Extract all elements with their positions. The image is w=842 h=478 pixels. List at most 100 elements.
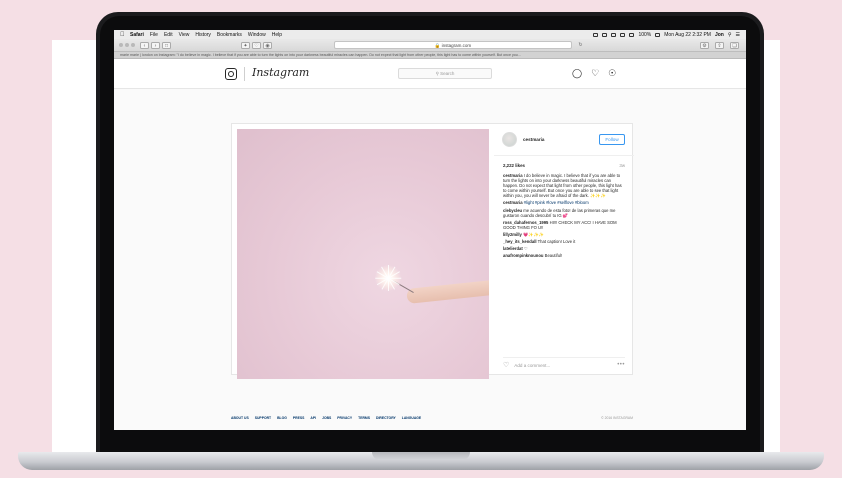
privacy-icon[interactable]: ◉ xyxy=(263,41,272,49)
pocket-icon[interactable]: ♡ xyxy=(252,41,261,49)
footer-link-language[interactable]: LANGUAGE xyxy=(402,416,421,420)
post-time[interactable]: 3w xyxy=(619,163,625,168)
list-item: cestmaria #light #pink #love #selflove #… xyxy=(503,200,625,205)
status-icon[interactable] xyxy=(602,32,608,37)
reload-icon[interactable]: ↻ xyxy=(576,42,585,49)
notification-center-icon[interactable]: ☰ xyxy=(736,32,740,38)
menu-window[interactable]: Window xyxy=(248,32,266,38)
post-card: cestmaria Follow 2,222 likes 3w cestmari… xyxy=(231,123,634,379)
likes-count[interactable]: 2,222 likes xyxy=(503,163,525,168)
comment-text: ♡ xyxy=(523,246,528,252)
footer-copyright: © 2016 INSTAGRAM xyxy=(601,416,633,420)
list-item: lilly2milly 💗✨✨✨ xyxy=(503,232,625,237)
user-name[interactable]: Jon xyxy=(715,32,724,38)
instagram-footer: ABOUT US SUPPORT BLOG PRESS API JOBS PRI… xyxy=(231,416,633,420)
comment-username[interactable]: latelierdat xyxy=(503,246,523,251)
footer-link-api[interactable]: API xyxy=(310,416,316,420)
heart-icon[interactable]: ♡ xyxy=(591,69,599,78)
list-item: _hey_its_kendall That caption! Love it xyxy=(503,239,625,244)
zoom-window-button[interactable] xyxy=(131,43,135,47)
caption: cestmaria I do believe in magic. I belie… xyxy=(503,173,625,198)
status-icon[interactable] xyxy=(611,32,617,37)
settings-icon[interactable]: ⚙ xyxy=(700,41,709,49)
spotlight-icon[interactable]: ⚲ xyxy=(728,32,732,38)
search-input[interactable]: ⚲ Search xyxy=(398,68,492,79)
footer-link-about[interactable]: ABOUT US xyxy=(231,416,249,420)
comment-username[interactable]: anafrompinknounou xyxy=(503,253,543,258)
window-controls xyxy=(119,43,135,47)
menu-view[interactable]: View xyxy=(179,32,190,38)
menubar-status: 100% Mon Aug 22 2:32 PM Jon ⚲ ☰ xyxy=(593,32,740,38)
compass-icon[interactable]: ◯ xyxy=(572,69,582,78)
footer-link-press[interactable]: PRESS xyxy=(293,416,305,420)
more-icon[interactable]: ••• xyxy=(617,362,625,368)
comment-username[interactable]: cestmaria xyxy=(503,200,523,205)
menu-safari[interactable]: Safari xyxy=(130,32,144,38)
minimize-window-button[interactable] xyxy=(125,43,129,47)
battery-percent: 100% xyxy=(638,31,652,38)
comment-text: That caption! Love it xyxy=(537,239,576,245)
menu-help[interactable]: Help xyxy=(272,32,282,38)
footer-link-jobs[interactable]: JOBS xyxy=(322,416,331,420)
comment-text: 💗✨✨✨ xyxy=(523,231,544,237)
comment-text: Beautiful! xyxy=(544,253,563,259)
battery-icon[interactable] xyxy=(655,32,661,37)
tab-title: marie marie | london on Instagram: "I do… xyxy=(120,53,521,57)
footer-link-directory[interactable]: DIRECTORY xyxy=(376,416,396,420)
instagram-wordmark[interactable]: Instagram xyxy=(252,66,309,79)
share-icon[interactable]: ⇧ xyxy=(715,41,724,49)
list-item: anafrompinknounou Beautiful! xyxy=(503,253,625,258)
tabs-overview-icon[interactable]: ❏ xyxy=(730,41,739,49)
volume-icon[interactable] xyxy=(629,32,635,37)
footer-link-privacy[interactable]: PRIVACY xyxy=(337,416,352,420)
comment-text[interactable]: #light #pink #love #selflove #bloom xyxy=(524,200,589,205)
instagram-header: Instagram ⚲ Search ◯ ♡ ☉ xyxy=(114,59,746,89)
add-comment-input[interactable]: Add a comment... xyxy=(514,363,550,368)
header-divider xyxy=(244,67,245,81)
post-header: cestmaria Follow xyxy=(494,124,634,156)
status-icon[interactable] xyxy=(593,32,599,37)
footer-link-support[interactable]: SUPPORT xyxy=(255,416,271,420)
laptop-base-notch xyxy=(372,452,470,460)
clock[interactable]: Mon Aug 22 2:32 PM xyxy=(664,32,711,38)
avatar[interactable] xyxy=(502,132,517,147)
lock-icon: 🔒 xyxy=(434,43,441,48)
sparkler-image xyxy=(375,265,402,291)
like-heart-icon[interactable]: ♡ xyxy=(503,361,509,369)
menu-edit[interactable]: Edit xyxy=(164,32,173,38)
comment-username[interactable]: _hey_its_kendall xyxy=(503,239,537,244)
header-nav: ◯ ♡ ☉ xyxy=(572,69,616,78)
list-item: ross_dahafernos_1995 HI!!! CHECK MY ACC!… xyxy=(503,220,625,230)
forward-button[interactable]: › xyxy=(151,41,160,49)
list-item: latelierdat ♡ xyxy=(503,246,625,251)
menu-bookmarks[interactable]: Bookmarks xyxy=(217,32,242,38)
person-icon[interactable]: ☉ xyxy=(608,69,616,78)
menu-history[interactable]: History xyxy=(195,32,211,38)
laptop-screen:  Safari File Edit View History Bookmark… xyxy=(114,30,746,430)
comments-list: cestmaria I do believe in magic. I belie… xyxy=(494,168,634,258)
list-item: clebycleu me acuendo de esta foto! de la… xyxy=(503,208,625,218)
footer-link-terms[interactable]: TERMS xyxy=(358,416,370,420)
extension-icon[interactable]: ✦ xyxy=(241,41,250,49)
post-photo[interactable] xyxy=(237,129,489,379)
wifi-icon[interactable] xyxy=(620,32,626,37)
close-window-button[interactable] xyxy=(119,43,123,47)
post-username[interactable]: cestmaria xyxy=(523,137,544,142)
add-comment-row: ♡ Add a comment... ••• xyxy=(503,357,625,369)
menu-file[interactable]: File xyxy=(150,32,158,38)
search-placeholder: Search xyxy=(440,71,455,76)
instagram-camera-icon[interactable] xyxy=(225,68,237,80)
arm-image xyxy=(406,276,489,304)
likes-row: 2,222 likes 3w xyxy=(494,156,634,168)
comment-username[interactable]: lilly2milly xyxy=(503,232,522,237)
follow-button[interactable]: Follow xyxy=(599,134,625,145)
apple-icon[interactable]:  xyxy=(120,32,126,38)
sidebar-toggle-button[interactable]: □ xyxy=(162,41,171,49)
address-text: instagram.com xyxy=(441,43,472,48)
address-bar[interactable]: 🔒 instagram.com xyxy=(334,41,572,49)
mac-menubar:  Safari File Edit View History Bookmark… xyxy=(114,30,746,39)
back-button[interactable]: ‹ xyxy=(140,41,149,49)
footer-link-blog[interactable]: BLOG xyxy=(277,416,287,420)
post-sidebar: cestmaria Follow 2,222 likes 3w cestmari… xyxy=(494,124,634,376)
browser-tab[interactable]: marie marie | london on Instagram: "I do… xyxy=(114,52,746,59)
